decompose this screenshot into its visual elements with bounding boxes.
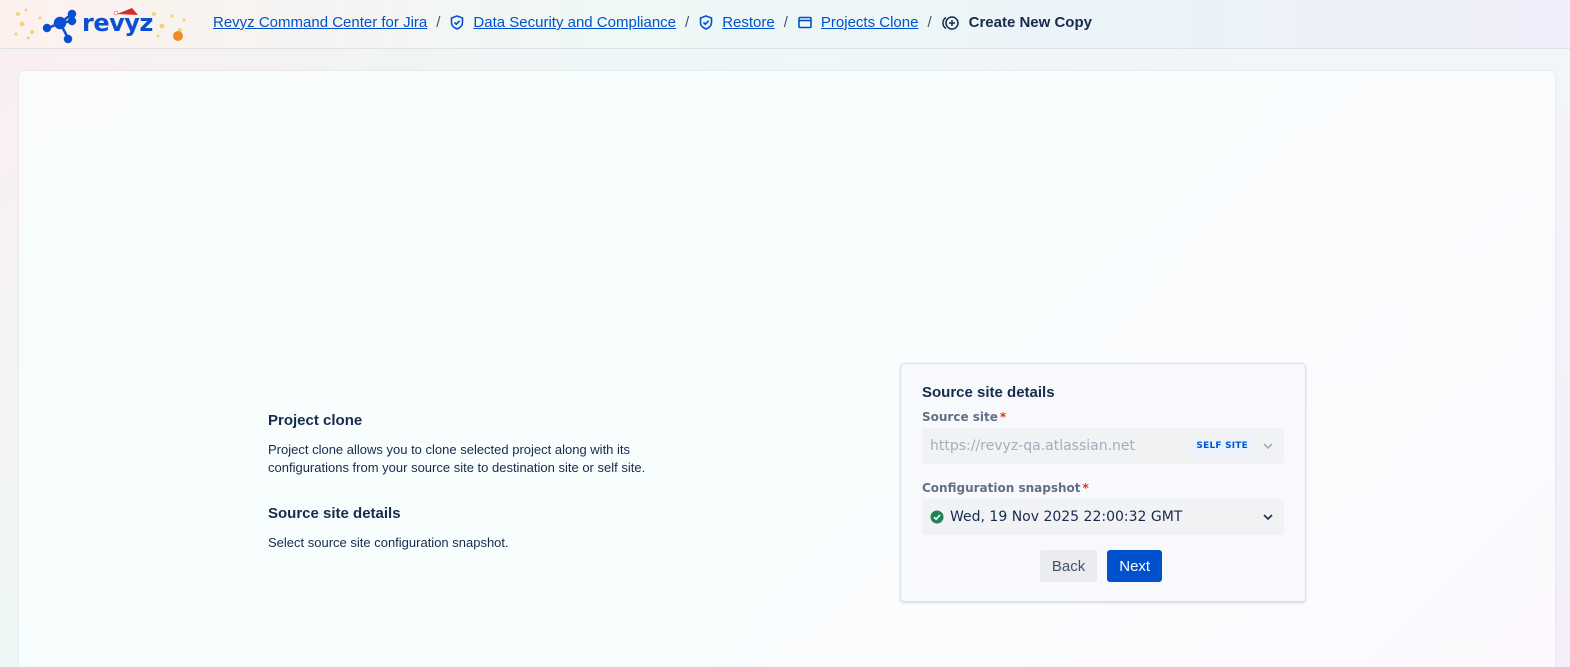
shield-check-icon: [449, 15, 465, 31]
breadcrumb-separator: /: [436, 14, 441, 31]
logo-text: revyz: [82, 9, 153, 37]
source-site-select[interactable]: https://revyz-qa.atlassian.net SELF SITE: [922, 428, 1284, 464]
back-button[interactable]: Back: [1039, 550, 1098, 582]
configuration-snapshot-value: Wed, 19 Nov 2025 22:00:32 GMT: [950, 509, 1183, 525]
info-title: Project clone: [268, 412, 363, 429]
chevron-down-icon: [1260, 509, 1276, 525]
configuration-snapshot-label: Configuration snapshot *: [922, 481, 1089, 495]
top-bar: revyz Revyz Command Center for Jira / Da…: [0, 0, 1570, 49]
info-description: Project clone allows you to clone select…: [268, 442, 646, 475]
self-site-badge: SELF SITE: [1192, 439, 1252, 453]
info-subtitle: Source site details: [268, 505, 401, 522]
source-site-form: Source site details Source site * https:/…: [900, 363, 1306, 602]
required-marker: *: [999, 410, 1007, 424]
source-site-value: https://revyz-qa.atlassian.net: [930, 438, 1136, 454]
breadcrumb-separator: /: [783, 14, 788, 31]
chevron-down-icon: [1260, 438, 1276, 454]
window-icon: [797, 15, 813, 31]
breadcrumb-restore[interactable]: Restore: [722, 14, 775, 31]
form-actions: Back Next: [922, 550, 1284, 582]
shield-check-icon: [698, 15, 714, 31]
required-marker: *: [1082, 481, 1089, 495]
revyz-logo[interactable]: revyz: [10, 4, 190, 44]
source-site-label: Source site *: [922, 410, 1007, 424]
info-panel: Project clone Project clone allows you t…: [268, 412, 688, 550]
configuration-snapshot-select[interactable]: Wed, 19 Nov 2025 22:00:32 GMT: [922, 499, 1284, 535]
breadcrumb-command-center[interactable]: Revyz Command Center for Jira: [213, 14, 427, 31]
breadcrumb-separator: /: [927, 14, 932, 31]
breadcrumb: Revyz Command Center for Jira / Data Sec…: [213, 14, 1092, 31]
breadcrumb-current: Create New Copy: [968, 14, 1092, 31]
info-subdescription: Select source site configuration snapsho…: [268, 535, 509, 550]
main-card: [19, 71, 1555, 667]
breadcrumb-data-security[interactable]: Data Security and Compliance: [473, 14, 676, 31]
breadcrumb-projects-clone[interactable]: Projects Clone: [821, 14, 919, 31]
check-circle-icon: [930, 510, 944, 524]
form-title: Source site details: [922, 384, 1055, 401]
next-button[interactable]: Next: [1107, 550, 1163, 582]
add-circle-icon: [941, 15, 961, 31]
breadcrumb-separator: /: [685, 14, 690, 31]
